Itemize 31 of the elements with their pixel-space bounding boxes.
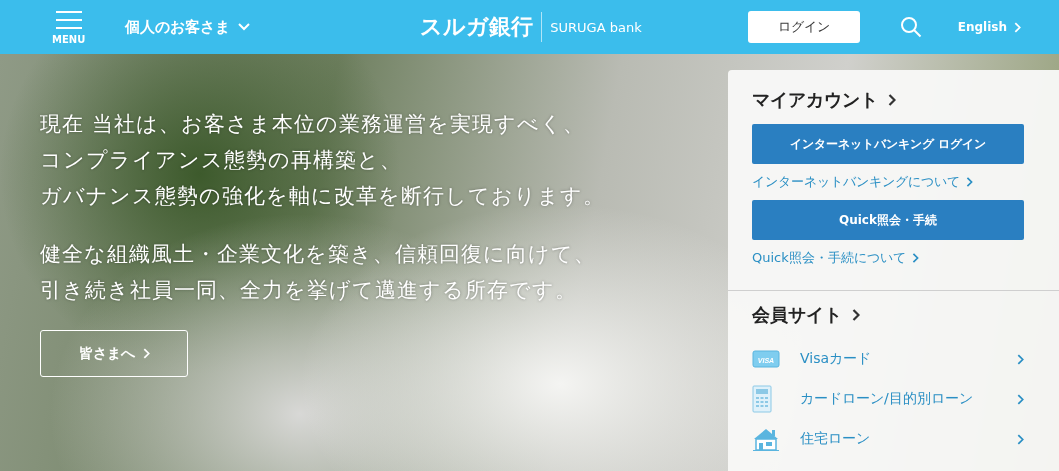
chevron-right-icon [1017, 393, 1024, 405]
info-link[interactable]: インターネットバンキングについて [752, 173, 1024, 191]
menu-button[interactable]: MENU [52, 9, 86, 45]
chevron-down-icon [238, 23, 251, 31]
search-icon[interactable] [899, 16, 922, 38]
member-site-item[interactable]: 住宅ローン [752, 419, 1024, 459]
primary-button[interactable]: インターネットバンキング ログイン [752, 124, 1024, 164]
chevron-right-icon [142, 348, 150, 359]
language-link[interactable]: English [957, 20, 1021, 34]
chevron-right-icon [1013, 21, 1021, 33]
chevron-right-icon [966, 177, 973, 187]
chevron-right-icon [852, 309, 860, 321]
login-button[interactable]: ログイン [747, 11, 860, 43]
primary-button[interactable]: Quick照会・手続 [752, 200, 1024, 240]
calculator-icon [752, 385, 772, 413]
my-account-heading[interactable]: マイアカウント [752, 88, 1024, 112]
message-button[interactable]: 皆さまへ [40, 330, 188, 377]
member-site-item[interactable]: カードローン/目的別ローン [752, 379, 1024, 419]
menu-icon [53, 9, 84, 30]
house-icon [752, 427, 780, 451]
segment-dropdown[interactable]: 個人のお客さま [125, 17, 251, 37]
menu-label: MENU [52, 33, 86, 45]
hero-message: 現在 当社は、お客さま本位の業務運営を実現すべく、 コンプライアンス態勢の再構築と、 ガバナンス態勢の強化を軸に改革を断行しております。 [40, 111, 606, 210]
info-link[interactable]: Quick照会・手続について [752, 249, 1024, 267]
chevron-right-icon [1017, 353, 1024, 365]
chevron-right-icon [888, 94, 896, 106]
logo-wordmark[interactable]: スルガ銀行 [420, 12, 543, 42]
logo-subtitle: SURUGA bank [550, 19, 642, 35]
chevron-right-icon [1017, 433, 1024, 445]
member-site-heading[interactable]: 会員サイト [752, 303, 1024, 327]
chevron-right-icon [911, 253, 919, 263]
